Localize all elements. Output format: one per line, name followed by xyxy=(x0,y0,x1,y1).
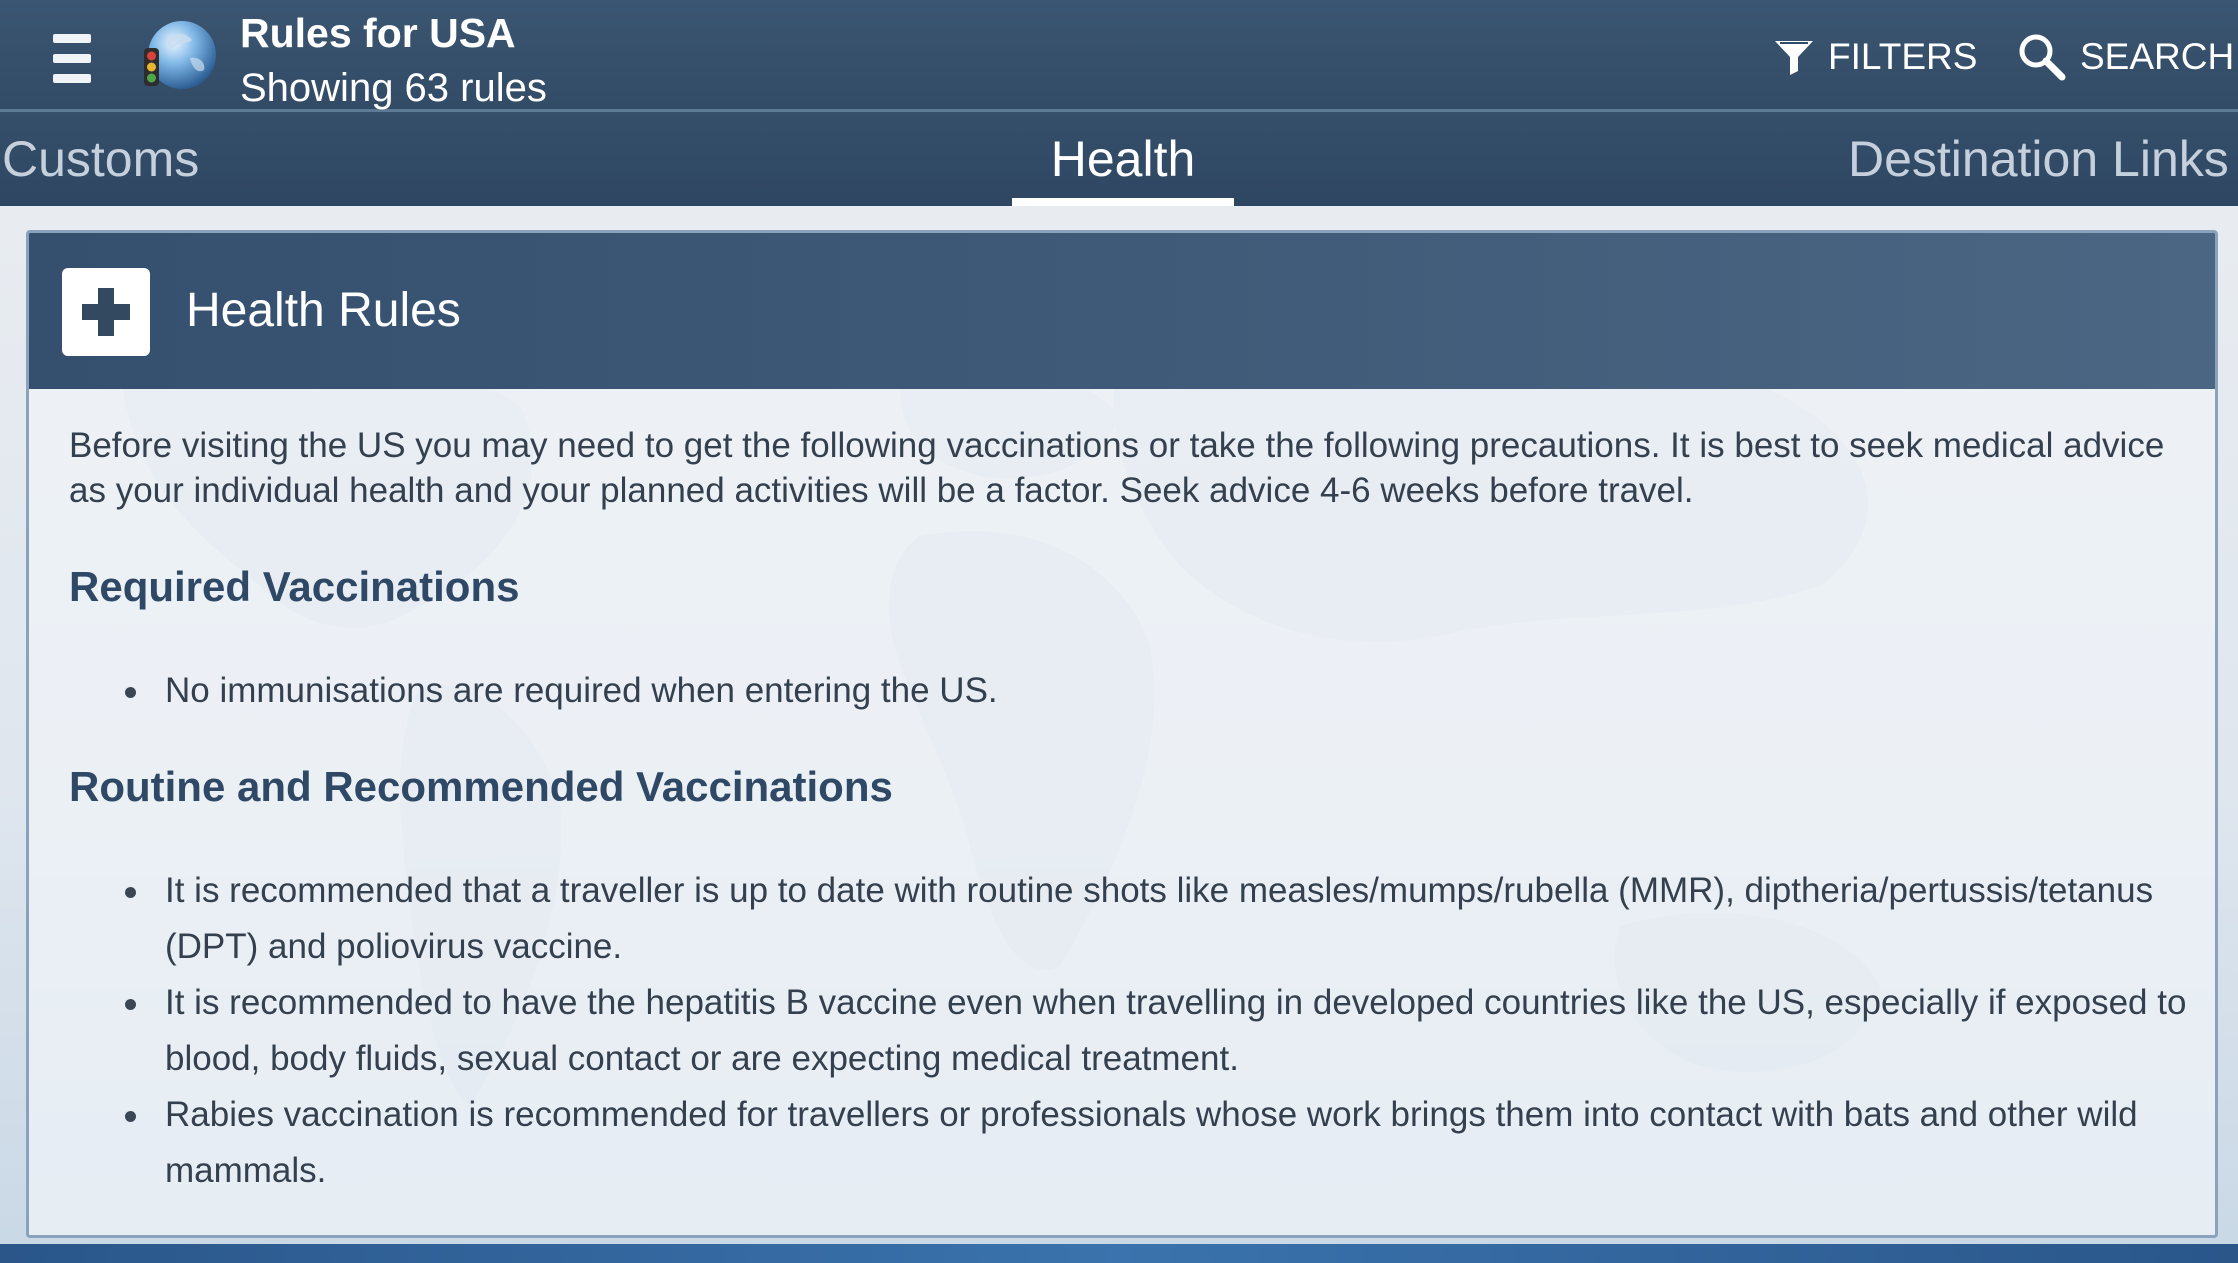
section-heading-required: Required Vaccinations xyxy=(69,563,520,610)
medical-plus-icon xyxy=(62,268,150,356)
active-tab-indicator xyxy=(1012,198,1234,206)
health-rules-card: Health Rules Before visiting the US you … xyxy=(26,230,2218,1238)
globe-logo-icon xyxy=(144,21,216,89)
card-header: Health Rules xyxy=(29,233,2215,389)
filters-button[interactable]: FILTERS xyxy=(1772,32,1977,82)
tab-destination-links[interactable]: Destination Links xyxy=(1848,130,2229,188)
card-title: Health Rules xyxy=(186,284,461,337)
bottom-strip xyxy=(0,1244,2238,1263)
search-button[interactable]: SEARCH xyxy=(2016,32,2234,82)
routine-vaccinations-list: It is recommended that a traveller is up… xyxy=(125,863,2195,1199)
funnel-filter-icon xyxy=(1775,41,1813,75)
tab-customs[interactable]: Customs xyxy=(2,130,199,188)
list-item: It is recommended that a traveller is up… xyxy=(125,863,2195,975)
search-label: SEARCH xyxy=(2080,36,2235,77)
list-item: It is recommended to have the hepatitis … xyxy=(125,975,2195,1087)
list-item: Rabies vaccination is recommended for tr… xyxy=(125,1087,2195,1199)
app-bar: Rules for USA Showing 63 rules FILTERS S… xyxy=(0,0,2238,112)
tab-health[interactable]: Health xyxy=(1012,130,1234,188)
filters-label: FILTERS xyxy=(1828,36,1978,77)
magnifier-search-icon xyxy=(2019,34,2066,81)
health-intro-text: Before visiting the US you may need to g… xyxy=(69,426,2165,510)
required-vaccinations-list: No immunisations are required when enter… xyxy=(125,663,2195,719)
rules-count-subtitle: Showing 63 rules xyxy=(240,66,547,110)
list-item: No immunisations are required when enter… xyxy=(125,663,2195,719)
section-heading-routine: Routine and Recommended Vaccinations xyxy=(69,763,893,810)
content-area: Health Rules Before visiting the US you … xyxy=(0,206,2238,1263)
tab-bar: Customs Health Destination Links xyxy=(0,112,2238,206)
app-title: Rules for USA xyxy=(240,10,516,56)
hamburger-menu-icon[interactable] xyxy=(53,34,91,84)
